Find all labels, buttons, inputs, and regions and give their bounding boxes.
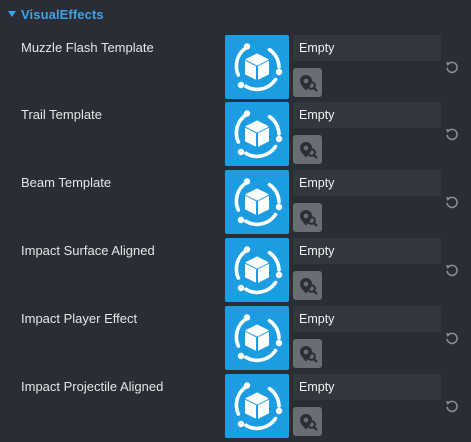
asset-thumbnail[interactable] xyxy=(225,35,289,99)
asset-picker-button[interactable] xyxy=(293,135,322,164)
section-title: VisualEffects xyxy=(21,7,104,22)
asset-field[interactable]: Empty xyxy=(293,238,441,264)
asset-picker-icon xyxy=(300,414,318,431)
reset-icon xyxy=(446,61,458,74)
template-cube-icon xyxy=(234,43,283,92)
property-label: Impact Projectile Aligned xyxy=(21,379,164,394)
template-cube-icon xyxy=(234,178,283,227)
asset-thumbnail[interactable] xyxy=(225,102,289,166)
property-label: Beam Template xyxy=(21,175,112,190)
asset-field-value: Empty xyxy=(299,176,335,190)
asset-picker-icon xyxy=(300,142,318,159)
template-cube-icon xyxy=(234,246,283,295)
reset-button[interactable] xyxy=(444,398,460,414)
asset-picker-icon xyxy=(300,278,318,295)
template-cube-icon xyxy=(234,110,283,159)
asset-field-value: Empty xyxy=(299,108,335,122)
reset-icon xyxy=(446,128,458,141)
reset-icon xyxy=(446,400,458,413)
asset-picker-button[interactable] xyxy=(293,407,322,436)
property-row: Impact Player Effect Empty xyxy=(0,306,471,374)
property-row: Trail Template Empty xyxy=(0,102,471,170)
asset-picker-icon xyxy=(300,346,318,363)
property-label: Trail Template xyxy=(21,107,102,122)
property-row: Beam Template Empty xyxy=(0,170,471,238)
triangle-down-icon[interactable] xyxy=(8,11,16,17)
asset-thumbnail[interactable] xyxy=(225,238,289,302)
template-cube-icon xyxy=(234,314,283,363)
property-row: Impact Surface Aligned Empty xyxy=(0,238,471,306)
asset-picker-button[interactable] xyxy=(293,203,322,232)
reset-icon xyxy=(446,332,458,345)
property-row: Impact Projectile Aligned Empty xyxy=(0,374,471,442)
asset-picker-button[interactable] xyxy=(293,339,322,368)
asset-field[interactable]: Empty xyxy=(293,102,441,128)
asset-field[interactable]: Empty xyxy=(293,170,441,196)
asset-field[interactable]: Empty xyxy=(293,35,441,61)
reset-button[interactable] xyxy=(444,59,460,75)
reset-button[interactable] xyxy=(444,330,460,346)
asset-thumbnail[interactable] xyxy=(225,170,289,234)
asset-picker-button[interactable] xyxy=(293,68,322,97)
asset-field-value: Empty xyxy=(299,244,335,258)
asset-picker-button[interactable] xyxy=(293,271,322,300)
reset-button[interactable] xyxy=(444,194,460,210)
reset-icon xyxy=(446,264,458,277)
property-label: Impact Surface Aligned xyxy=(21,243,155,258)
property-row: Muzzle Flash Template Empty xyxy=(0,35,471,103)
asset-field-value: Empty xyxy=(299,380,335,394)
reset-icon xyxy=(446,196,458,209)
asset-field[interactable]: Empty xyxy=(293,306,441,332)
asset-field[interactable]: Empty xyxy=(293,374,441,400)
asset-thumbnail[interactable] xyxy=(225,306,289,370)
reset-button[interactable] xyxy=(444,126,460,142)
reset-button[interactable] xyxy=(444,262,460,278)
section-header-visual-effects[interactable]: VisualEffects xyxy=(0,0,471,30)
asset-picker-icon xyxy=(300,75,318,92)
asset-thumbnail[interactable] xyxy=(225,374,289,438)
property-label: Muzzle Flash Template xyxy=(21,40,154,55)
template-cube-icon xyxy=(234,382,283,431)
asset-picker-icon xyxy=(300,210,318,227)
asset-field-value: Empty xyxy=(299,312,335,326)
asset-field-value: Empty xyxy=(299,41,335,55)
property-label: Impact Player Effect xyxy=(21,311,138,326)
